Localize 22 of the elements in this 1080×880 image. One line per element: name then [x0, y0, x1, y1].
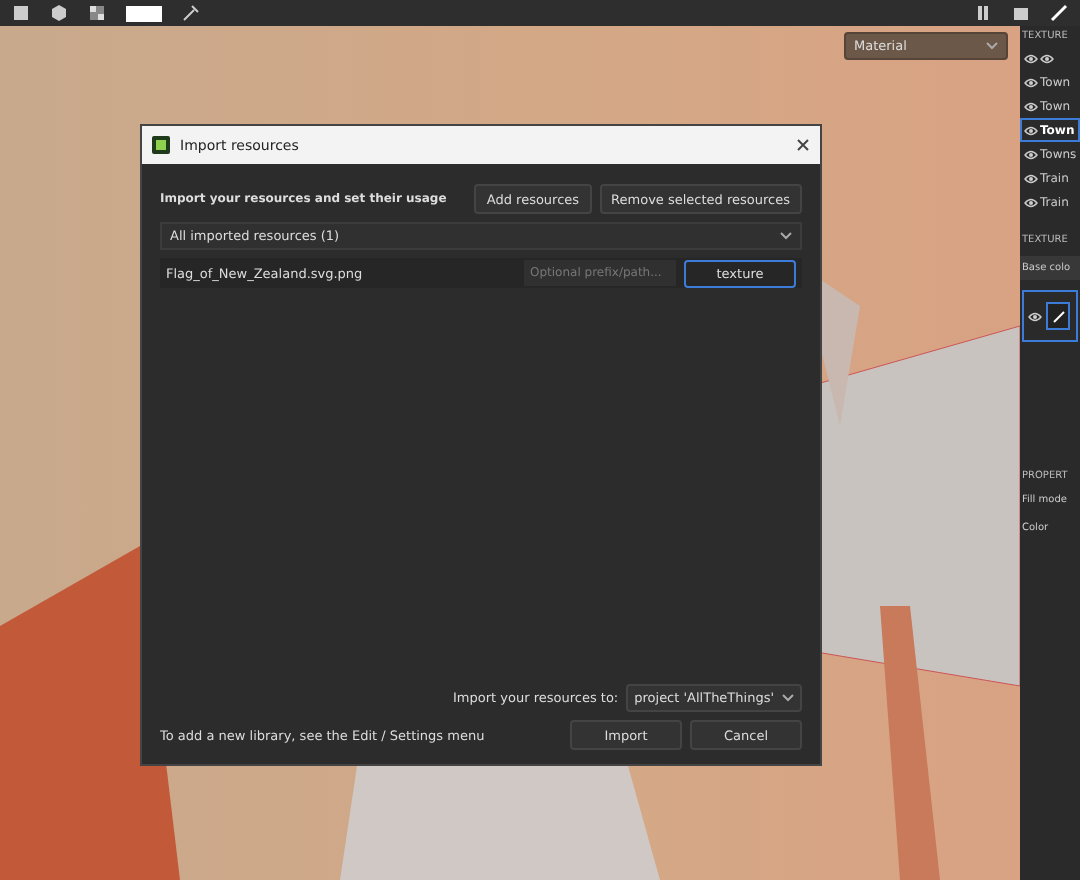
cube-icon[interactable]: [50, 4, 68, 22]
app-logo-icon: [152, 136, 170, 154]
chevron-down-icon: [782, 694, 794, 702]
brush-icon: [1051, 309, 1065, 323]
eye-icon[interactable]: [1024, 149, 1038, 159]
layer-item[interactable]: [1022, 290, 1078, 342]
eye-icon[interactable]: [1040, 53, 1054, 63]
eye-icon[interactable]: [1024, 173, 1038, 183]
chevron-down-icon: [780, 232, 792, 240]
eye-icon[interactable]: [1024, 53, 1038, 63]
eye-icon[interactable]: [1024, 125, 1038, 135]
chevron-down-icon: [986, 42, 998, 50]
brush-icon[interactable]: [1050, 4, 1068, 22]
eye-icon[interactable]: [1024, 197, 1038, 207]
pause-icon[interactable]: [974, 4, 992, 22]
eye-icon[interactable]: [1024, 101, 1038, 111]
checker-icon[interactable]: [88, 4, 106, 22]
square-icon[interactable]: [12, 4, 30, 22]
close-icon[interactable]: [796, 138, 810, 152]
color-swatch-icon[interactable]: [126, 5, 162, 21]
eye-icon[interactable]: [1024, 77, 1038, 87]
eye-icon[interactable]: [1028, 311, 1042, 321]
